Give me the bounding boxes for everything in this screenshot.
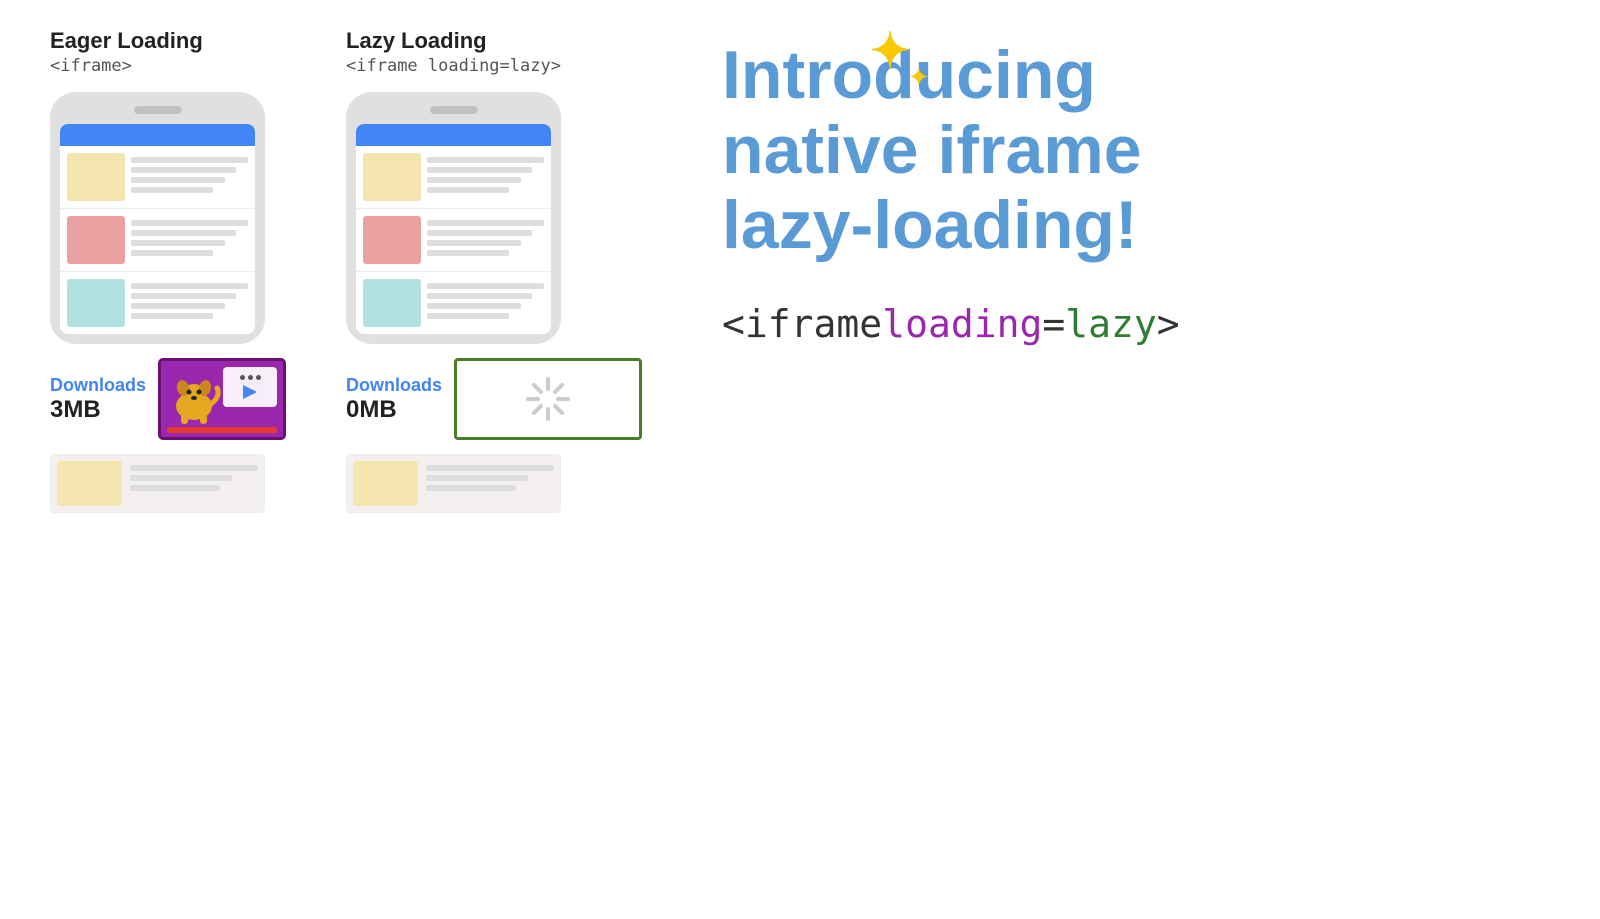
- eager-phone: [50, 92, 265, 344]
- video-icon: [223, 367, 277, 407]
- sparkle-icon: ✦: [870, 28, 910, 76]
- eager-loading-column: Eager Loading <iframe>: [50, 28, 286, 513]
- sparkle-small-icon: ✦: [908, 62, 930, 93]
- lazy-placeholder: [454, 358, 642, 440]
- lazy-title: Lazy Loading: [346, 28, 487, 54]
- intro-section: Introducing native iframe lazy-loading! …: [722, 28, 1550, 513]
- eager-thumbnail: [158, 358, 286, 440]
- intro-title: Introducing native iframe lazy-loading!: [722, 38, 1142, 262]
- phone-speaker: [134, 106, 182, 114]
- lazy-loading-column: Lazy Loading <iframe loading=lazy>: [346, 28, 642, 513]
- lazy-phone: [346, 92, 561, 344]
- phone-screen: [60, 124, 255, 334]
- lazy-subtitle: <iframe loading=lazy>: [346, 56, 561, 76]
- loading-spinner-icon: [523, 374, 573, 424]
- eager-title: Eager Loading: [50, 28, 203, 54]
- lazy-downloads-label: Downloads 0MB: [346, 375, 442, 424]
- dog-icon: [167, 374, 221, 433]
- eager-downloads-label: Downloads 3MB: [50, 375, 146, 424]
- eager-subtitle: <iframe>: [50, 56, 132, 76]
- intro-code: <iframe loading=lazy>: [722, 302, 1180, 346]
